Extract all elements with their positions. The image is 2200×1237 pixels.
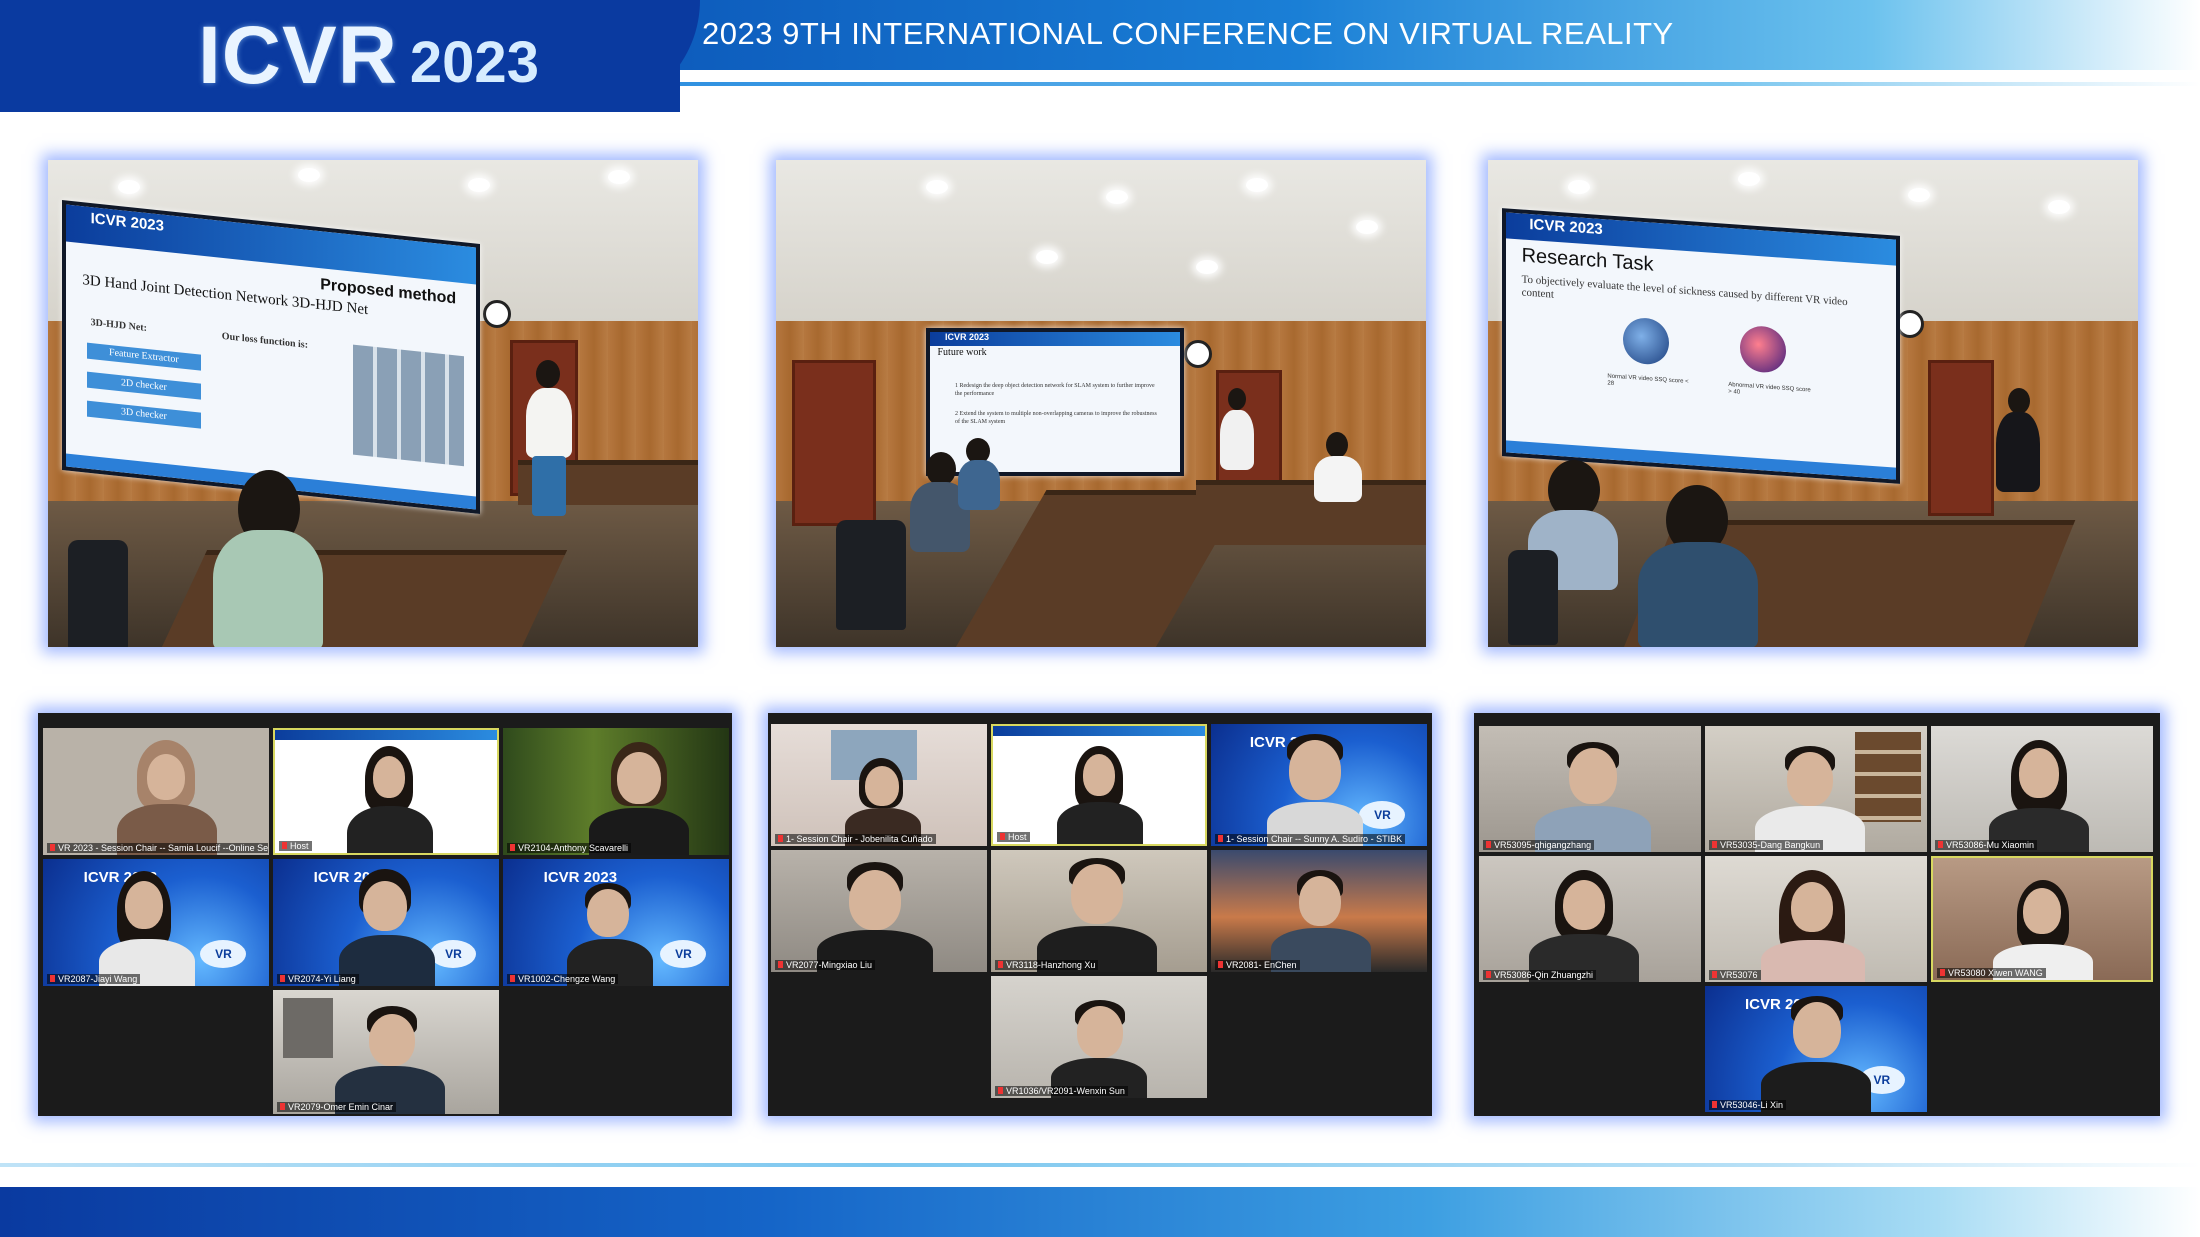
participant-name: VR1002-Chengze Wang	[507, 974, 619, 984]
2d-checker-box: 2D checker	[86, 371, 202, 400]
participant-tile: ICVR 2023 VR VR2074-Yi Liang	[273, 859, 499, 986]
slide-point-1: 1 Redesign the deep object detection net…	[955, 383, 1155, 398]
zoom-session-3: VR53095-qhigangzhang VR53035-Dang Bangku…	[1474, 713, 2160, 1116]
participant-name: VR2104-Anthony Scavarelli	[507, 843, 632, 853]
participant-tile: VR53086-Qin Zhuangzhi	[1479, 856, 1701, 982]
participant-tile: VR3118-Hanzhong Xu	[991, 850, 1207, 972]
presentation-screen: ICVR 2023 Research Task To objectively e…	[1502, 208, 1900, 484]
participant-tile-active: Host	[991, 724, 1207, 846]
participant-name: VR53080 Xiwen WANG	[1937, 968, 2046, 978]
feature-extractor-box: Feature Extractor	[86, 342, 202, 371]
participant-name: VR53076	[1709, 970, 1761, 980]
participant-name: VR53086-Qin Zhuangzhi	[1483, 970, 1597, 980]
logo-year-text: 2023	[409, 30, 539, 95]
participant-tile: VR53035-Dang Bangkun	[1705, 726, 1927, 852]
participant-tile: VR2104-Anthony Scavarelli	[503, 728, 729, 855]
participant-name: VR2079-Omer Emin Cinar	[277, 1102, 397, 1112]
slide-text: To objectively evaluate the level of sic…	[1521, 273, 1848, 309]
participant-tile: ICVR 2023 VR VR53046-Li Xin	[1705, 986, 1927, 1112]
participant-tile-active: VR53080 Xiwen WANG	[1931, 856, 2153, 982]
participant-tile: ICVR 2023 VR VR2087-Jiayi Wang	[43, 859, 269, 986]
participant-name: VR53086-Mu Xiaomin	[1935, 840, 2038, 850]
participant-name: 1- Session Chair -- Sunny A. Sudiro - ST…	[1215, 834, 1406, 844]
participant-tile: VR2081- EnChen	[1211, 850, 1427, 972]
participant-name: VR2074-Yi Liang	[277, 974, 359, 984]
ceiling	[776, 160, 1426, 321]
participant-tile: 1- Session Chair - Jobenilita Cuñado	[771, 724, 987, 846]
icvr-logo: ICVR 2023	[198, 14, 539, 98]
slide-sub: 3D-HJD Net:	[90, 317, 147, 334]
participant-tile: VR53095-qhigangzhang	[1479, 726, 1701, 852]
participant-name: VR2077-Mingxiao Liu	[775, 960, 876, 970]
logo-main-text: ICVR	[198, 10, 398, 101]
slide-title: Future work	[937, 347, 987, 359]
header: ICVR 2023 2023 9TH INTERNATIONAL CONFERE…	[0, 0, 2200, 112]
3d-checker-box: 3D checker	[86, 400, 202, 429]
conference-title: 2023 9TH INTERNATIONAL CONFERENCE ON VIR…	[702, 16, 1674, 51]
participant-name: VR53046-Li Xin	[1709, 1100, 1787, 1110]
presentation-screen: ICVR 2023 Proposed method 3D Hand Joint …	[62, 200, 480, 514]
slide-point-2: 2 Extend the system to multiple non-over…	[955, 411, 1157, 426]
participant-tile: VR53076	[1705, 856, 1927, 982]
participant-name: VR2087-Jiayi Wang	[47, 974, 141, 984]
footer-line	[0, 1163, 2200, 1167]
participant-name: VR 2023 - Session Chair -- Samia Loucif …	[47, 843, 268, 853]
participant-tile: VR2079-Omer Emin Cinar	[273, 990, 499, 1114]
participant-tile: VR 2023 - Session Chair -- Samia Loucif …	[43, 728, 269, 855]
participant-tile: ICVR 2023 VR 1- Session Chair -- Sunny A.…	[1211, 724, 1427, 846]
photo-session-1: ICVR 2023 Proposed method 3D Hand Joint …	[48, 160, 698, 647]
caption-normal: Normal VR video SSQ score < 28	[1607, 373, 1689, 387]
participant-name: Host	[279, 841, 312, 851]
participant-name: VR53095-qhigangzhang	[1483, 840, 1595, 850]
photo-session-3: ICVR 2023 Research Task To objectively e…	[1488, 160, 2138, 647]
participant-name: VR3118-Hanzhong Xu	[995, 960, 1099, 970]
participant-name: VR53035-Dang Bangkun	[1709, 840, 1824, 850]
slide-loss: Our loss function is:	[221, 330, 309, 351]
slide-logo: ICVR 2023	[945, 332, 990, 342]
participant-tile: ICVR 2023 VR VR1002-Chengze Wang	[503, 859, 729, 986]
participant-tile: VR53086-Mu Xiaomin	[1931, 726, 2153, 852]
caption-abnormal: Abnormal VR video SSQ score > 40	[1728, 381, 1811, 396]
participant-name: VR1036/VR2091-Wenxin Sun	[995, 1086, 1128, 1096]
header-line	[640, 82, 2200, 86]
footer-band	[0, 1187, 2200, 1237]
presentation-screen: ICVR 2023 Future work 1 Redesign the dee…	[926, 328, 1184, 476]
participant-tile: VR2077-Mingxiao Liu	[771, 850, 987, 972]
participant-name: 1- Session Chair - Jobenilita Cuñado	[775, 834, 936, 844]
participant-name: Host	[997, 832, 1030, 842]
participant-name: VR2081- EnChen	[1215, 960, 1300, 970]
slide-title: Research Task	[1521, 244, 1654, 276]
zoom-session-1: VR 2023 - Session Chair -- Samia Loucif …	[38, 713, 732, 1116]
zoom-session-2: 1- Session Chair - Jobenilita Cuñado Hos…	[768, 713, 1432, 1116]
participant-tile-active: Host	[273, 728, 499, 855]
photo-session-2: ICVR 2023 Future work 1 Redesign the dee…	[776, 160, 1426, 647]
participant-tile: VR1036/VR2091-Wenxin Sun	[991, 976, 1207, 1098]
